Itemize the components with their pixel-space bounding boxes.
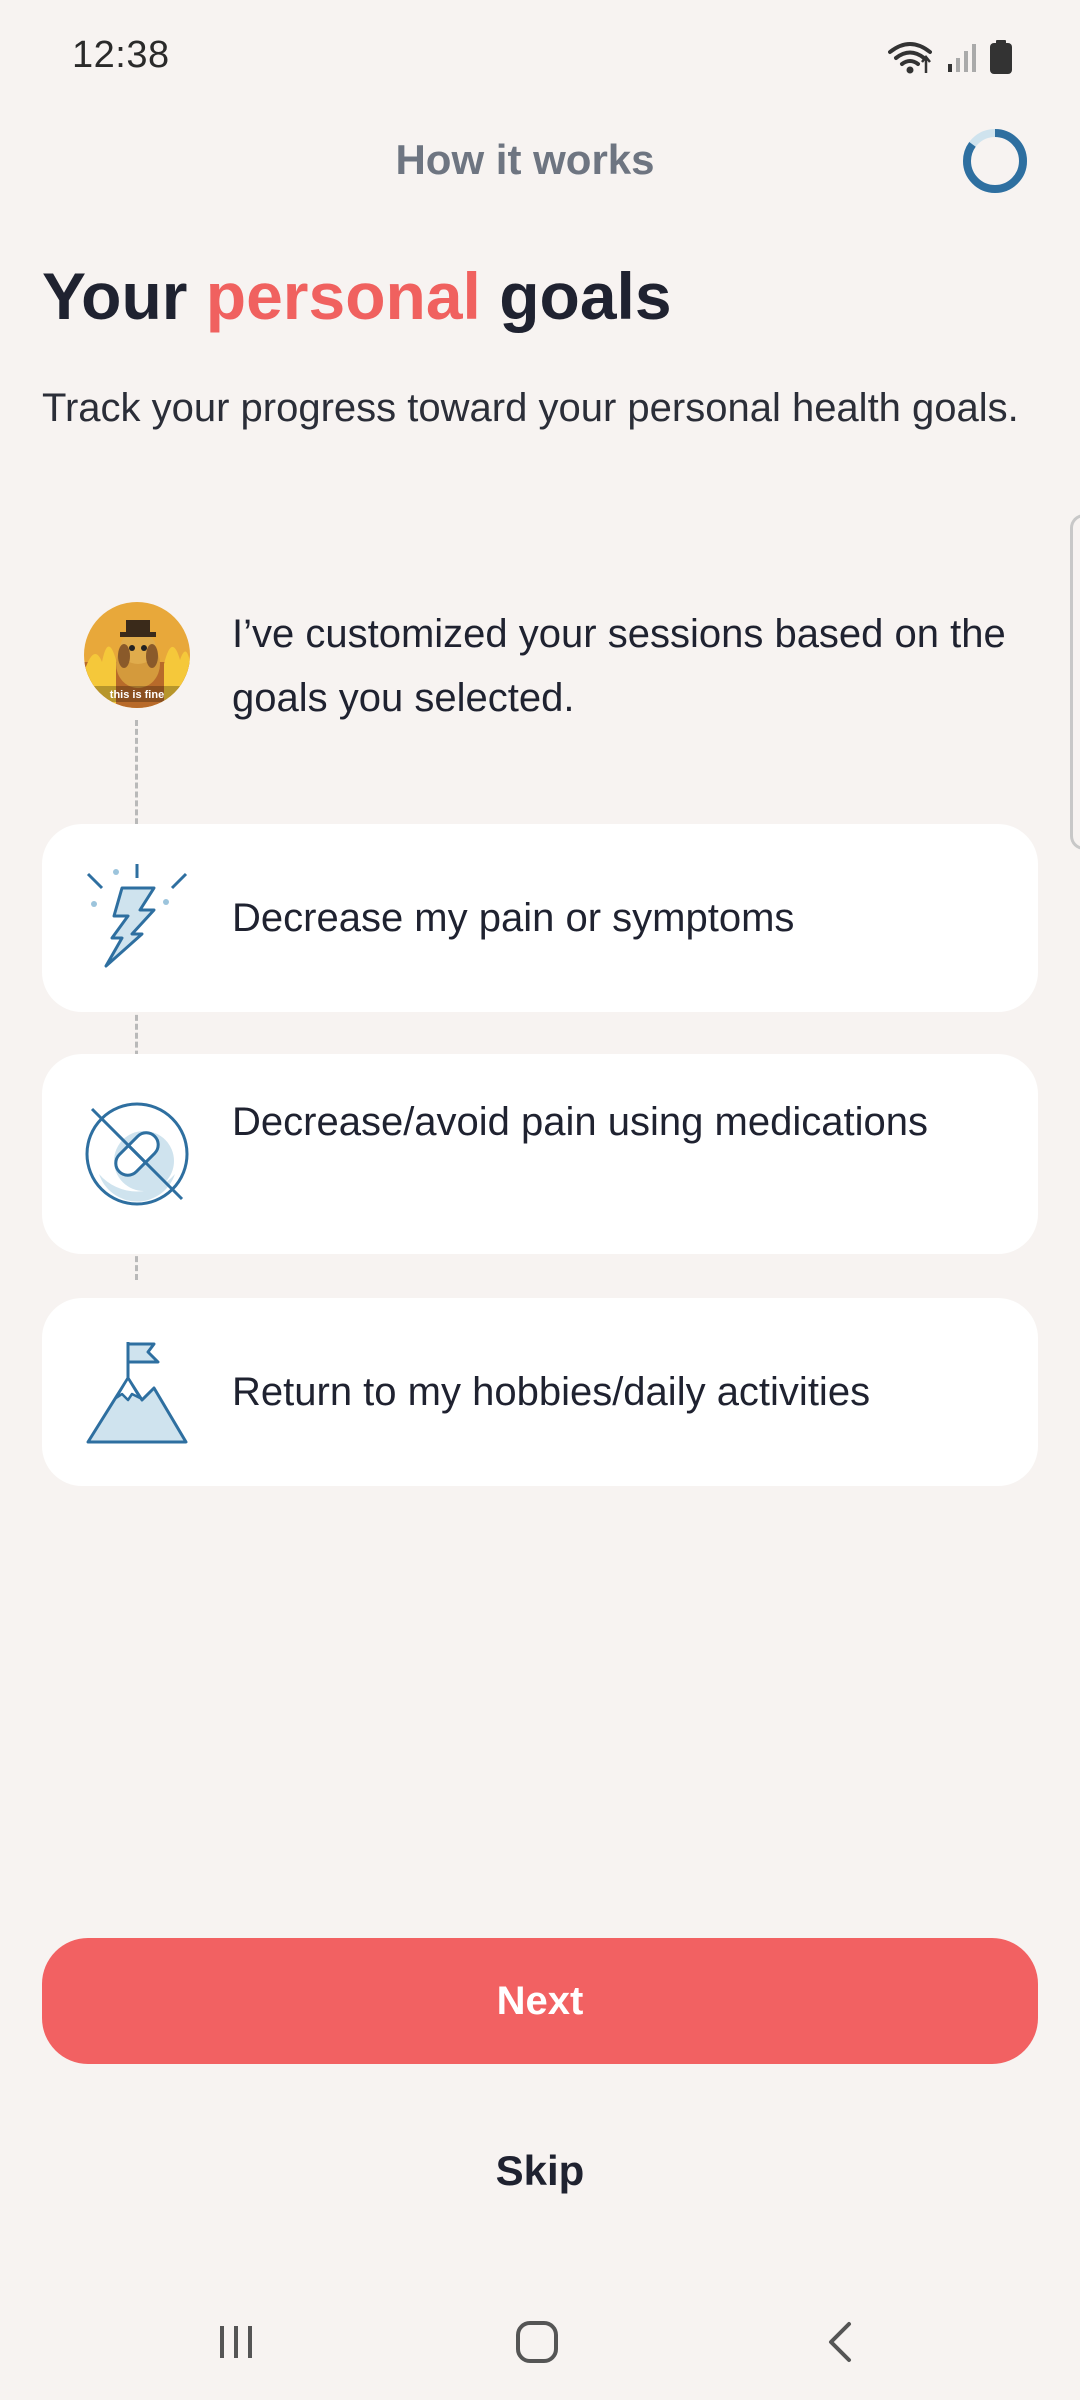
goal-card-hobbies: Return to my hobbies/daily activities xyxy=(42,1298,1038,1486)
skip-button[interactable]: Skip xyxy=(390,2136,690,2206)
screen: 12:38 How it works Your personal goals T… xyxy=(0,0,1080,2400)
recent-apps-button[interactable] xyxy=(196,2312,276,2372)
home-button[interactable] xyxy=(497,2312,577,2372)
header-title: How it works xyxy=(395,136,655,183)
back-icon xyxy=(829,2322,851,2362)
intro-message: this is fine I’ve customized your sessio… xyxy=(84,602,1044,722)
recent-apps-icon xyxy=(220,2326,252,2358)
goal-label: Decrease my pain or symptoms xyxy=(232,896,795,940)
title-part-1: Your xyxy=(42,259,206,333)
progress-ring xyxy=(963,129,1027,193)
home-icon xyxy=(516,2321,558,2363)
avatar-image: this is fine xyxy=(84,602,190,708)
wifi-icon xyxy=(888,42,932,74)
title-part-2: goals xyxy=(480,259,672,333)
avatar: this is fine xyxy=(84,602,190,708)
signal-icon xyxy=(948,44,976,72)
mountain-flag-icon xyxy=(86,1342,188,1444)
edge-panel-handle[interactable] xyxy=(1070,514,1080,850)
system-nav-bar xyxy=(0,2290,1080,2400)
page-subtitle: Track your progress toward your personal… xyxy=(42,386,1019,430)
avatar-caption: this is fine xyxy=(110,689,164,701)
status-bar: 12:38 xyxy=(0,0,1080,120)
no-pill-icon xyxy=(85,1102,189,1206)
lightning-icon xyxy=(86,864,188,968)
battery-icon xyxy=(990,40,1012,74)
status-icons xyxy=(888,40,1012,74)
goal-card-medications: Decrease/avoid pain using medications xyxy=(42,1054,1038,1254)
page-title: Your personal goals xyxy=(42,258,672,334)
title-accent: personal xyxy=(205,259,481,333)
intro-text: I’ve customized your sessions based on t… xyxy=(232,612,1006,720)
status-time: 12:38 xyxy=(72,34,170,76)
goal-label: Decrease/avoid pain using medications xyxy=(232,1100,928,1144)
back-button[interactable] xyxy=(800,2312,880,2372)
next-button[interactable]: Next xyxy=(42,1938,1038,2064)
goal-label: Return to my hobbies/daily activities xyxy=(232,1370,871,1414)
goal-card-pain-symptoms: Decrease my pain or symptoms xyxy=(42,824,1038,1012)
